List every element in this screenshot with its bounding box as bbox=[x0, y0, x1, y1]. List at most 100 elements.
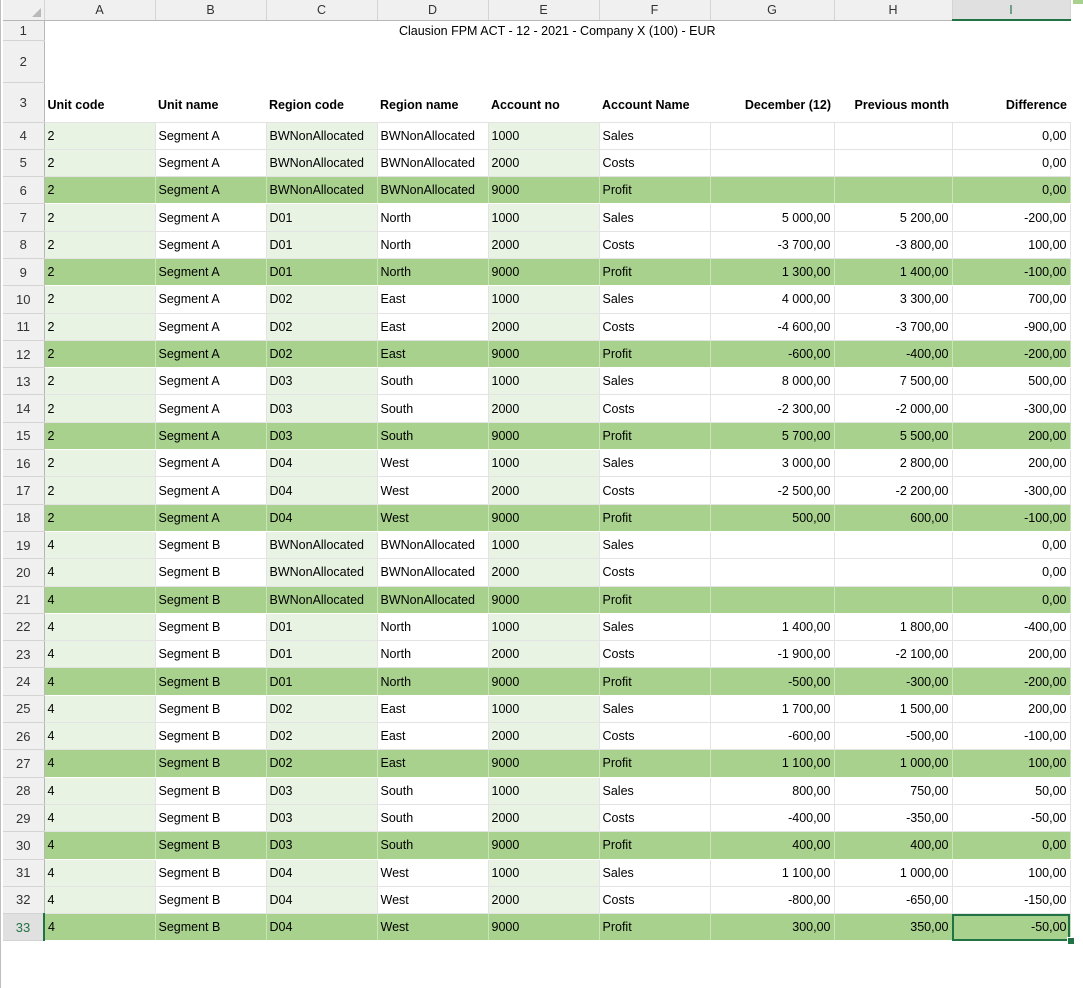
cell-region-name[interactable]: East bbox=[377, 695, 489, 724]
cell-difference[interactable]: 200,00 bbox=[952, 422, 1071, 451]
cell-unit-name[interactable]: Segment A bbox=[155, 203, 267, 232]
cell-region-name[interactable]: South bbox=[377, 831, 489, 860]
cell-region-name[interactable]: West bbox=[377, 504, 489, 532]
empty-cell[interactable] bbox=[599, 40, 710, 82]
cell-region-name[interactable]: North bbox=[377, 258, 489, 287]
row-header[interactable]: 27 bbox=[3, 749, 45, 778]
cell-difference[interactable]: -200,00 bbox=[952, 203, 1071, 232]
cell-account-no[interactable]: 9000 bbox=[488, 586, 600, 614]
cell-account-no[interactable]: 2000 bbox=[488, 640, 600, 669]
cell-account-no[interactable]: 2000 bbox=[488, 476, 600, 505]
header-current[interactable]: December (12) bbox=[710, 82, 834, 123]
cell-region-code[interactable]: BWNonAllocated bbox=[266, 122, 378, 150]
row-header[interactable]: 29 bbox=[3, 804, 45, 833]
cell-unit-name[interactable]: Segment A bbox=[155, 449, 267, 478]
cell-account-name[interactable]: Sales bbox=[599, 367, 711, 396]
row-header[interactable]: 31 bbox=[3, 859, 45, 887]
cell-region-code[interactable]: D01 bbox=[266, 667, 378, 696]
cell-region-code[interactable]: BWNonAllocated bbox=[266, 558, 378, 587]
row-header[interactable]: 1 bbox=[3, 20, 45, 41]
cell-account-no[interactable]: 9000 bbox=[488, 422, 600, 451]
cell-region-name[interactable]: South bbox=[377, 804, 489, 833]
cell-region-code[interactable]: D04 bbox=[266, 886, 378, 915]
cell-current[interactable]: -600,00 bbox=[710, 722, 835, 751]
cell-unit-name[interactable]: Segment B bbox=[155, 913, 267, 942]
cell-region-name[interactable]: North bbox=[377, 613, 489, 642]
cell-previous[interactable]: -650,00 bbox=[834, 886, 953, 915]
cell-previous[interactable]: 1 000,00 bbox=[834, 749, 953, 778]
cell-unit-code[interactable]: 2 bbox=[44, 367, 156, 396]
empty-cell[interactable] bbox=[488, 40, 599, 82]
cell-previous[interactable]: -350,00 bbox=[834, 804, 953, 833]
cell-account-name[interactable]: Costs bbox=[599, 231, 711, 259]
select-all-corner[interactable] bbox=[3, 0, 45, 21]
cell-region-code[interactable]: D03 bbox=[266, 804, 378, 833]
cell-previous[interactable]: 400,00 bbox=[834, 831, 953, 860]
row-header[interactable]: 10 bbox=[3, 285, 45, 314]
header-account-no[interactable]: Account no bbox=[488, 82, 599, 123]
cell-account-name[interactable]: Profit bbox=[599, 831, 711, 860]
cell-account-name[interactable]: Costs bbox=[599, 149, 711, 178]
cell-unit-code[interactable]: 2 bbox=[44, 258, 156, 287]
header-previous[interactable]: Previous month bbox=[834, 82, 952, 123]
cell-current[interactable] bbox=[710, 558, 835, 587]
cell-account-name[interactable]: Profit bbox=[599, 258, 711, 287]
header-region-code[interactable]: Region code bbox=[266, 82, 377, 123]
cell-region-name[interactable]: North bbox=[377, 203, 489, 232]
cell-unit-name[interactable]: Segment A bbox=[155, 367, 267, 396]
cell-account-name[interactable]: Profit bbox=[599, 913, 711, 942]
cell-unit-code[interactable]: 2 bbox=[44, 203, 156, 232]
row-header[interactable]: 18 bbox=[3, 504, 45, 532]
cell-current[interactable] bbox=[710, 586, 835, 614]
cell-current[interactable]: 4 000,00 bbox=[710, 285, 835, 314]
cell-current[interactable] bbox=[710, 122, 835, 150]
cell-previous[interactable]: 1 000,00 bbox=[834, 859, 953, 887]
cell-region-code[interactable]: D02 bbox=[266, 749, 378, 778]
cell-account-no[interactable]: 9000 bbox=[488, 831, 600, 860]
cell-unit-name[interactable]: Segment A bbox=[155, 285, 267, 314]
cell-account-no[interactable]: 2000 bbox=[488, 558, 600, 587]
cell-current[interactable]: -400,00 bbox=[710, 804, 835, 833]
cell-region-name[interactable]: BWNonAllocated bbox=[377, 122, 489, 150]
cell-account-name[interactable]: Costs bbox=[599, 640, 711, 669]
row-header[interactable]: 21 bbox=[3, 586, 45, 614]
cell-current[interactable]: -2 500,00 bbox=[710, 476, 835, 505]
cell-current[interactable]: 1 100,00 bbox=[710, 749, 835, 778]
row-header[interactable]: 19 bbox=[3, 531, 45, 560]
cell-unit-code[interactable]: 2 bbox=[44, 285, 156, 314]
cell-previous[interactable]: 350,00 bbox=[834, 913, 953, 942]
cell-unit-name[interactable]: Segment A bbox=[155, 340, 267, 369]
cell-difference[interactable]: 200,00 bbox=[952, 640, 1071, 669]
cell-current[interactable]: -800,00 bbox=[710, 886, 835, 915]
cell-current[interactable] bbox=[710, 149, 835, 178]
cell-previous[interactable]: -3 700,00 bbox=[834, 313, 953, 341]
cell-region-code[interactable]: BWNonAllocated bbox=[266, 176, 378, 205]
cell-account-name[interactable]: Profit bbox=[599, 749, 711, 778]
cell-account-no[interactable]: 9000 bbox=[488, 176, 600, 205]
cell-current[interactable]: 300,00 bbox=[710, 913, 835, 942]
cell-current[interactable]: 1 700,00 bbox=[710, 695, 835, 724]
cell-current[interactable]: -500,00 bbox=[710, 667, 835, 696]
row-header[interactable]: 5 bbox=[3, 149, 45, 178]
row-header[interactable]: 20 bbox=[3, 558, 45, 587]
cell-account-name[interactable]: Profit bbox=[599, 176, 711, 205]
cell-region-code[interactable]: D01 bbox=[266, 203, 378, 232]
cell-region-name[interactable]: East bbox=[377, 285, 489, 314]
cell-current[interactable]: 3 000,00 bbox=[710, 449, 835, 478]
cell-previous[interactable]: 7 500,00 bbox=[834, 367, 953, 396]
cell-region-code[interactable]: D02 bbox=[266, 285, 378, 314]
report-title[interactable]: Clausion FPM ACT - 12 - 2021 - Company X… bbox=[44, 20, 1070, 40]
cell-account-no[interactable]: 9000 bbox=[488, 340, 600, 369]
cell-unit-name[interactable]: Segment A bbox=[155, 149, 267, 178]
cell-region-name[interactable]: West bbox=[377, 913, 489, 942]
cell-current[interactable]: 800,00 bbox=[710, 777, 835, 805]
cell-account-no[interactable]: 1000 bbox=[488, 122, 600, 150]
cell-unit-name[interactable]: Segment B bbox=[155, 613, 267, 642]
cell-region-name[interactable]: West bbox=[377, 476, 489, 505]
cell-unit-name[interactable]: Segment A bbox=[155, 231, 267, 259]
cell-difference[interactable]: 200,00 bbox=[952, 449, 1071, 478]
cell-region-code[interactable]: D01 bbox=[266, 231, 378, 259]
cell-previous[interactable]: -500,00 bbox=[834, 722, 953, 751]
cell-unit-name[interactable]: Segment A bbox=[155, 258, 267, 287]
row-header[interactable]: 2 bbox=[3, 40, 45, 83]
